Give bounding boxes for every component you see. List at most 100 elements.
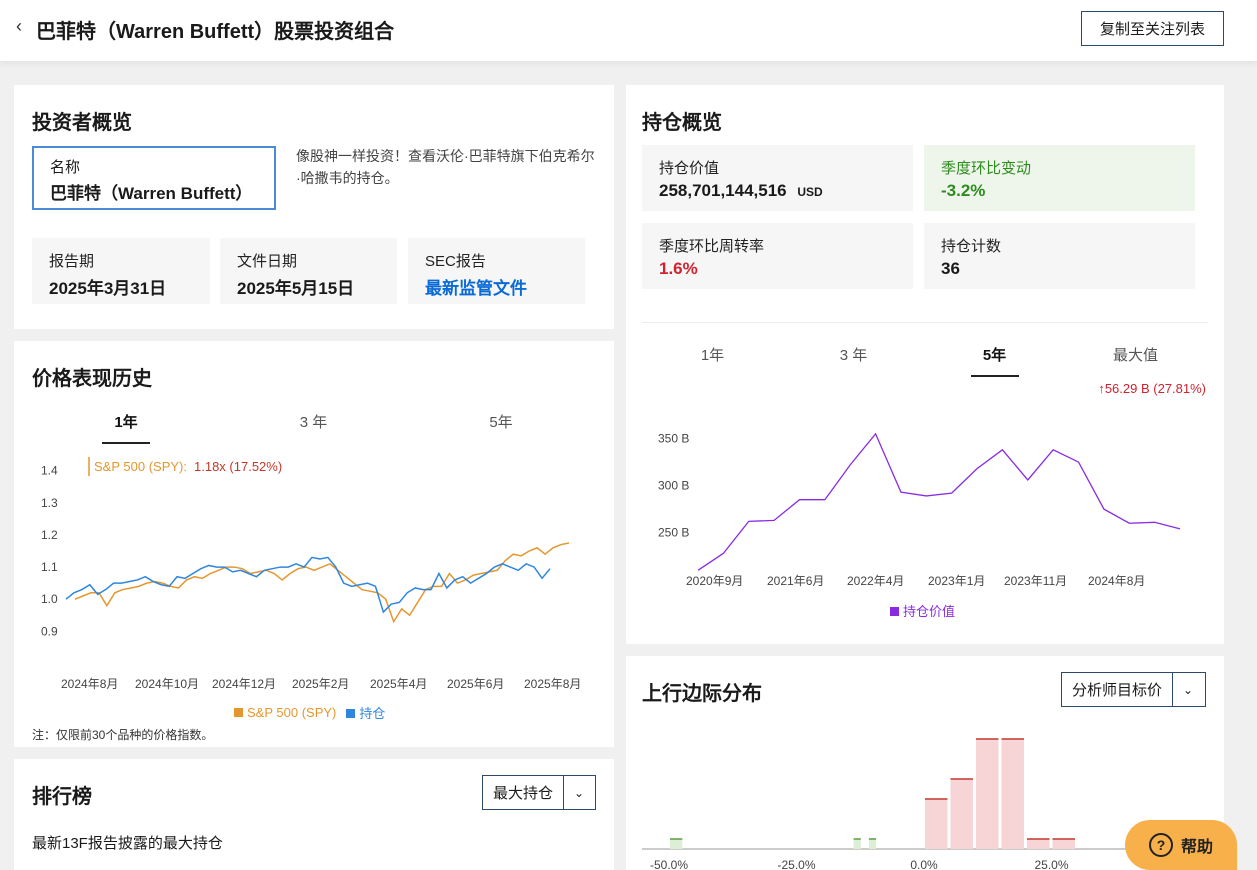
spy-series-line xyxy=(74,542,570,624)
tab-3y[interactable]: 3 年 xyxy=(196,411,431,432)
holdings-tabs: 1年 3 年 5年 最大值 xyxy=(642,344,1206,365)
turnover-label: 季度环比周转率 xyxy=(659,238,765,255)
x-tick-label: 2025年8月 xyxy=(524,677,581,691)
x-tick-label: 2025年4月 xyxy=(370,677,427,691)
holdings-value-chart: 250 B 300 B 350 B 2020年9月 2021年6月 2022年4月 2023… xyxy=(658,432,1181,588)
histogram-bar xyxy=(925,799,948,849)
holdings-series-line xyxy=(65,556,551,614)
help-label: 帮助 xyxy=(1180,839,1213,856)
help-button[interactable]: ? 帮助 xyxy=(1125,820,1237,870)
histogram-bar xyxy=(1052,839,1075,849)
y-tick-label: 350 B xyxy=(658,432,689,446)
x-tick-label: 2020年9月 xyxy=(686,574,743,588)
holdings-divider xyxy=(642,322,1208,323)
y-tick-label: 300 B xyxy=(658,479,689,493)
x-tick-label: 2023年1月 xyxy=(928,574,985,588)
analyst-target-dropdown[interactable]: 分析师目标价 ⌄ xyxy=(1061,672,1206,707)
legend-holdings-label: 持仓 xyxy=(359,706,386,721)
tooltip-spy-name: S&P 500 (SPY): xyxy=(94,459,187,474)
ranking-dropdown-label: 最大持仓 xyxy=(483,776,565,809)
holdings-count-label: 持仓计数 xyxy=(941,238,1002,255)
x-tick-label: 2023年11月 xyxy=(1004,574,1067,588)
y-tick-label: 250 B xyxy=(658,526,689,540)
x-tick-label: 2025年6月 xyxy=(447,677,504,691)
upside-distribution-title: 上行边际分布 xyxy=(642,683,762,705)
histogram-bar xyxy=(868,839,877,849)
price-history-tabs: 1年 3 年 5年 xyxy=(56,411,571,432)
tab-holdings-5y[interactable]: 5年 xyxy=(924,344,1065,365)
y-tick-label: 1.0 xyxy=(41,592,58,606)
price-history-card: 价格表现历史 1年 3 年 5年 0.9 1.0 1.1 1.2 1.3 1.4 2024年… xyxy=(14,341,614,747)
holdings-value-line xyxy=(697,432,1181,571)
tooltip-spy-value: 1.18x (17.52%) xyxy=(194,459,282,474)
tab-holdings-1y[interactable]: 1年 xyxy=(642,344,783,365)
back-icon[interactable]: ‹ xyxy=(16,16,22,37)
x-tick-label: 2025年2月 xyxy=(292,677,349,691)
holdings-overview-title: 持仓概览 xyxy=(642,112,722,134)
holdings-value: 258,701,144,516 USD xyxy=(659,181,896,201)
turnover-box: 季度环比周转率 1.6% xyxy=(642,223,913,289)
holdings-change-label: 56.29 B (27.81%) xyxy=(1104,381,1206,396)
legend-holdings-swatch xyxy=(346,709,356,718)
holdings-value-number: 258,701,144,516 xyxy=(659,181,787,200)
sec-report-box: SEC报告 最新监管文件 xyxy=(408,238,585,304)
x-tick-label: 2021年6月 xyxy=(767,574,824,588)
ranking-title: 排行榜 xyxy=(32,786,92,808)
y-tick-label: 1.4 xyxy=(41,464,58,478)
holdings-count-box: 持仓计数 36 xyxy=(924,223,1195,289)
y-tick-label: 1.3 xyxy=(41,496,58,510)
tab-1y[interactable]: 1年 xyxy=(56,411,196,432)
holdings-change: ↑56.29 B (27.81%) xyxy=(1098,381,1206,396)
holdings-overview-card: 持仓概览 持仓价值 258,701,144,516 USD 季度环比变动 -3.… xyxy=(626,85,1224,644)
file-date-label: 文件日期 xyxy=(237,253,298,270)
x-tick-label: 2024年12月 xyxy=(212,677,276,691)
file-date-value: 2025年5月15日 xyxy=(237,279,355,298)
tab-holdings-3y[interactable]: 3 年 xyxy=(783,344,924,365)
legend-holdings: 持仓 xyxy=(346,703,385,722)
tab-holdings-max[interactable]: 最大值 xyxy=(1065,344,1206,365)
x-tick-label: 25.0% xyxy=(1034,858,1068,870)
x-tick-label: -25.0% xyxy=(777,858,815,870)
price-history-legend: S&P 500 (SPY) 持仓 xyxy=(234,703,385,722)
report-period-label: 报告期 xyxy=(49,253,95,270)
name-label: 名称 xyxy=(50,159,81,176)
x-tick-label: 2024年8月 xyxy=(61,677,118,691)
investor-overview-card: 投资者概览 名称 巴菲特（Warren Buffett） 像股神一样投资！查看沃… xyxy=(14,85,614,329)
holdings-value-label: 持仓价值 xyxy=(659,160,720,177)
top-bar: ‹ 巴菲特（Warren Buffett）股票投资组合 复制至关注列表 xyxy=(0,0,1257,62)
turnover-value: 1.6% xyxy=(659,259,698,278)
file-date-box: 文件日期 2025年5月15日 xyxy=(220,238,397,304)
investor-description: 像股神一样投资！查看沃伦·巴菲特旗下伯克希尔·哈撒韦的持仓。 xyxy=(296,148,595,186)
tab-5y[interactable]: 5年 xyxy=(431,411,571,432)
holdings-value-box: 持仓价值 258,701,144,516 USD xyxy=(642,145,913,211)
x-tick-label: 2024年10月 xyxy=(135,677,199,691)
sec-filing-link[interactable]: 最新监管文件 xyxy=(425,274,568,299)
histogram-bar xyxy=(670,839,683,849)
name-box: 名称 巴菲特（Warren Buffett） xyxy=(32,146,276,210)
histogram-bar xyxy=(853,839,861,849)
legend-spy-label: S&P 500 (SPY) xyxy=(247,705,337,720)
histogram-bar xyxy=(1001,739,1024,849)
ranking-dropdown[interactable]: 最大持仓 ⌄ xyxy=(482,775,596,810)
legend-holdings-value-label: 持仓价值 xyxy=(903,604,956,619)
page-title: 巴菲特（Warren Buffett）股票投资组合 xyxy=(36,21,395,43)
qoq-change-label: 季度环比变动 xyxy=(941,160,1032,177)
y-tick-label: 1.2 xyxy=(41,528,58,542)
histogram-bar xyxy=(950,779,973,849)
y-tick-label: 1.1 xyxy=(41,560,58,574)
chevron-down-icon: ⌄ xyxy=(573,785,585,800)
name-value: 巴菲特（Warren Buffett） xyxy=(50,184,253,203)
legend-holdings-value: 持仓价值 xyxy=(890,601,955,620)
help-icon: ? xyxy=(1148,833,1173,857)
copy-to-watchlist-button[interactable]: 复制至关注列表 xyxy=(1081,11,1224,46)
qoq-change-value: -3.2% xyxy=(941,181,986,200)
legend-spy-swatch xyxy=(234,708,243,717)
price-history-chart: 0.9 1.0 1.1 1.2 1.3 1.4 2024年8月 2024年10月 2024年12… xyxy=(41,457,581,691)
histogram-bar xyxy=(1027,839,1050,849)
x-tick-label: -50.0% xyxy=(650,858,688,870)
investor-overview-title: 投资者概览 xyxy=(32,112,132,134)
y-tick-label: 0.9 xyxy=(41,624,58,638)
legend-spy: S&P 500 (SPY) xyxy=(234,705,336,720)
report-period-value: 2025年3月31日 xyxy=(49,279,167,298)
ranking-subtitle: 最新13F报告披露的最大持仓 xyxy=(32,835,223,852)
